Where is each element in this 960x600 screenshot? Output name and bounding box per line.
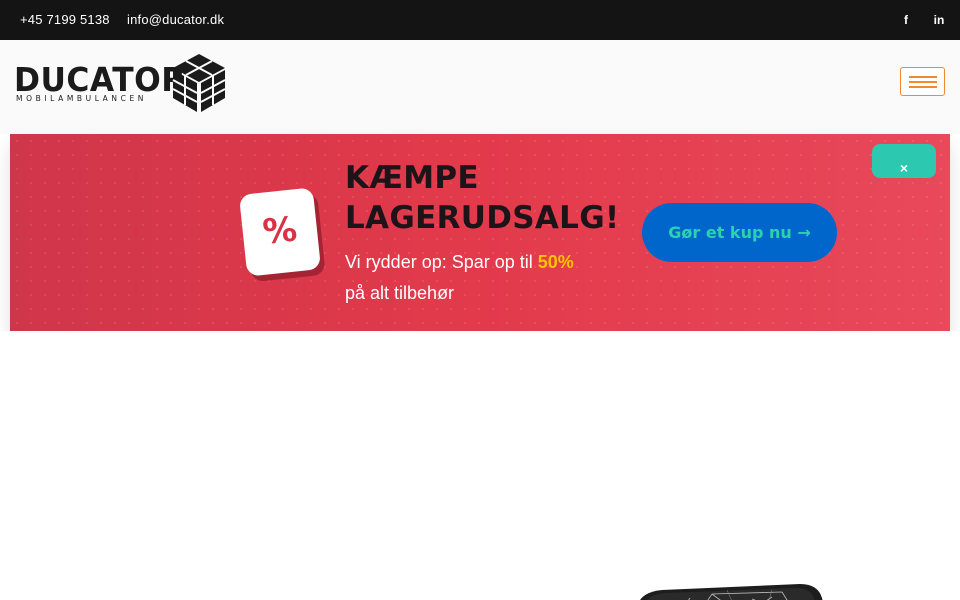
promo-headline: KÆMPE LAGERUDSALG! [345,158,645,238]
phone-link[interactable]: +45 7199 5138 [20,12,110,27]
close-banner-button[interactable]: × [872,144,936,178]
shop-now-button[interactable]: Gør et kup nu → [642,203,837,262]
percent-icon: % [260,209,299,253]
linkedin-icon[interactable]: in [932,13,946,27]
discount-badge: % [238,187,322,277]
logo-tagline: MOBILAMBULANCEN [16,94,147,103]
hero-section [0,331,960,600]
discount-highlight: 50% [537,252,574,272]
headline-line-1: KÆMPE [345,160,479,196]
ducator-logo[interactable]: DUCATOR MOBILAMBULANCEN [14,52,228,114]
headline-line-2: LAGERUDSALG! [345,200,620,236]
promo-subtext: Vi rydder op: Spar op til 50% på alt til… [345,247,615,309]
cube-logo-icon [172,54,226,112]
top-bar: +45 7199 5138 info@ducator.dk f in [0,0,960,40]
broken-phone-image [640,584,823,600]
email-link[interactable]: info@ducator.dk [127,12,224,27]
hamburger-menu-icon[interactable] [900,67,945,96]
subtext-suffix: på alt tilbehør [345,283,455,303]
subtext-prefix: Vi rydder op: Spar op til [345,252,538,272]
site-header: DUCATOR MOBILAMBULANCEN [0,40,960,134]
facebook-icon[interactable]: f [899,13,913,27]
promo-banner: % KÆMPE LAGERUDSALG! Vi rydder op: Spar … [10,134,950,331]
